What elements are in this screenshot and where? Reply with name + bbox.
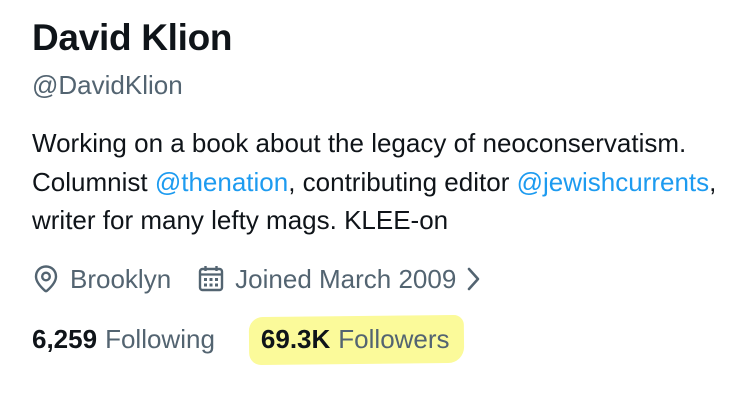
followers-label: Followers xyxy=(338,323,450,354)
location-pin-icon xyxy=(32,264,60,294)
profile-bio: Working on a book about the legacy of ne… xyxy=(32,124,722,240)
location-text: Brooklyn xyxy=(70,263,172,294)
following-count: 6,259 xyxy=(32,323,98,354)
following-link[interactable]: 6,259 Following xyxy=(32,322,215,356)
location-item: Brooklyn xyxy=(32,262,171,296)
followers-count: 69.3K xyxy=(260,323,331,354)
user-handle: @DavidKlion xyxy=(32,70,183,100)
chevron-right-icon[interactable] xyxy=(466,266,482,292)
mention-link-thenation[interactable]: @thenation xyxy=(155,167,288,197)
joined-item[interactable]: Joined March 2009 xyxy=(197,262,482,296)
follow-stats: 6,259 Following 69.3K Followers xyxy=(32,314,732,365)
profile-header: David Klion @DavidKlion Working on a boo… xyxy=(32,14,732,365)
followers-link[interactable]: 69.3K Followers xyxy=(248,314,464,365)
following-label: Following xyxy=(105,323,215,354)
mention-link-jewishcurrents[interactable]: @jewishcurrents xyxy=(517,167,710,197)
calendar-icon xyxy=(197,264,225,294)
bio-text-2: , contributing editor xyxy=(288,166,517,197)
display-name: David Klion xyxy=(32,17,233,58)
profile-meta: Brooklyn Joined March 2009 xyxy=(32,262,732,296)
joined-date: Joined March 2009 xyxy=(235,263,457,294)
